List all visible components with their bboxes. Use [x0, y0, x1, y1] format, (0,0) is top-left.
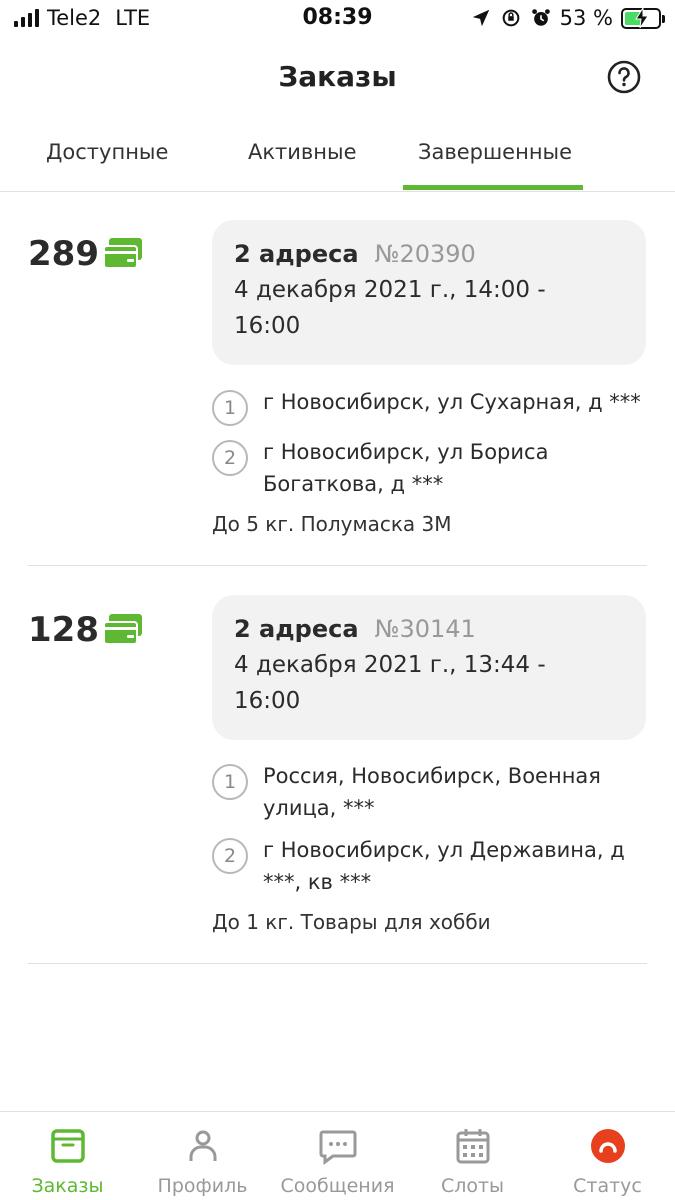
order-date: 4 декабря 2021 г., 13:44 - 16:00 — [234, 652, 546, 714]
address-number-badge: 1 — [212, 764, 248, 800]
chat-icon — [319, 1130, 356, 1165]
status-right: 53 % — [470, 6, 665, 30]
help-icon[interactable] — [607, 60, 641, 94]
bottom-nav: Заказы Профиль Сообщения Слоты Статус — [0, 1111, 675, 1200]
active-tab-indicator — [403, 185, 583, 190]
tab-available[interactable]: Доступные — [46, 140, 168, 164]
order-price: 128 — [28, 610, 99, 650]
battery-percent: 53 % — [559, 6, 613, 30]
nav-slots[interactable]: Слоты — [405, 1112, 540, 1200]
order-info-box: 2 адреса №30141 4 декабря 2021 г., 13:44 … — [212, 595, 646, 740]
battery-icon — [621, 7, 665, 29]
address-count: 2 адреса — [234, 615, 359, 643]
page-title: Заказы — [278, 60, 397, 93]
order-number: №30141 — [374, 615, 476, 643]
address-text: г Новосибирск, ул Бориса Богаткова, д **… — [263, 440, 549, 496]
price-row: 289 — [28, 234, 143, 274]
address-count: 2 адреса — [234, 240, 359, 268]
alarm-icon — [531, 9, 550, 26]
order-number: №20390 — [374, 240, 476, 268]
nav-status[interactable]: Статус — [540, 1112, 675, 1200]
location-arrow-icon — [472, 9, 489, 27]
address-number-badge: 2 — [212, 440, 248, 476]
order-header: 2 адреса №30141 — [234, 615, 624, 643]
order-description: До 5 кг. Полумаска 3М — [212, 512, 452, 536]
nav-messages-label: Сообщения — [280, 1175, 395, 1197]
charging-bolt-icon — [635, 7, 649, 28]
status-bar: Tele2 LTE 08:39 53 % — [0, 0, 675, 38]
tabs-bar: Доступные Активные Завершенные — [0, 122, 675, 192]
card-payment-icon — [102, 614, 142, 645]
nav-profile-label: Профиль — [157, 1175, 248, 1197]
order-info-box: 2 адреса №20390 4 декабря 2021 г., 14:00 … — [212, 220, 646, 365]
nav-orders[interactable]: Заказы — [0, 1112, 135, 1200]
address-number-badge: 2 — [212, 838, 248, 874]
address-text: г Новосибирск, ул Сухарная, д *** — [263, 390, 641, 414]
order-price: 289 — [28, 234, 99, 274]
tab-completed[interactable]: Завершенные — [418, 140, 572, 164]
address-number-badge: 1 — [212, 390, 248, 426]
address-text: г Новосибирск, ул Державина, д ***, кв *… — [263, 838, 625, 894]
calendar-icon — [456, 1129, 489, 1164]
divider — [28, 565, 647, 566]
address-text: Россия, Новосибирск, Военная улица, *** — [263, 764, 601, 820]
tab-active[interactable]: Активные — [248, 140, 357, 164]
rotation-lock-icon — [502, 9, 519, 27]
order-date: 4 декабря 2021 г., 14:00 - 16:00 — [234, 277, 546, 339]
nav-status-label: Статус — [573, 1175, 642, 1197]
nav-slots-label: Слоты — [440, 1175, 505, 1197]
price-row: 128 — [28, 610, 143, 650]
order-header: 2 адреса №20390 — [234, 240, 624, 268]
person-icon — [189, 1130, 216, 1161]
card-payment-icon — [102, 238, 142, 269]
status-icon — [590, 1129, 625, 1163]
nav-messages[interactable]: Сообщения — [270, 1112, 405, 1200]
divider — [28, 963, 647, 964]
header: Заказы — [0, 48, 675, 108]
box-icon — [50, 1129, 85, 1163]
order-description: До 1 кг. Товары для хобби — [212, 910, 491, 934]
nav-profile[interactable]: Профиль — [135, 1112, 270, 1200]
nav-orders-label: Заказы — [31, 1175, 104, 1197]
